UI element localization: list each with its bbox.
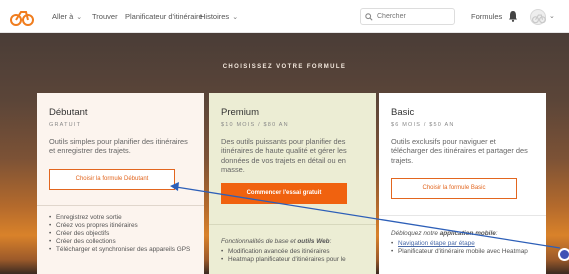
bell-icon[interactable] [508,10,518,22]
plan-name: Basic [391,107,415,118]
feature-item: Modification avancée des itinéraires [221,248,371,256]
plan-name: Débutant [49,107,88,118]
feature-item: Créer des objectifs [49,230,199,238]
plan-features: Débloquez notre application mobile: Navi… [391,230,541,256]
bike-avatar-icon [532,14,546,24]
feature-item: Enregistrez votre sortie [49,214,199,222]
choose-debutant-button[interactable]: Choisir la formule Débutant [49,168,175,190]
search-icon [365,12,373,21]
plan-description: Outils simples pour planifier des itinér… [49,137,188,156]
plan-name: Premium [221,107,260,118]
start-free-trial-button[interactable]: Commencer l'essai gratuit [221,182,347,204]
nav-aller-a[interactable]: Aller à ⌄ [52,12,82,21]
feature-item: Heatmap planificateur d'itinéraires pour… [221,256,371,264]
bike-logo-icon[interactable] [10,7,34,27]
plan-price: $6 MOIS / $50 AN [391,122,455,128]
divider [37,205,204,206]
nav-formules[interactable]: Formules [471,12,502,21]
features-intro: Débloquez notre application mobile: [391,230,541,237]
feature-item: Créer des collections [49,238,199,246]
nav-aller-a-label: Aller à [52,12,74,21]
feature-item: Télécharger et synchroniser des appareil… [49,246,199,254]
nav-trouver-label: Trouver [92,12,118,21]
help-chat-button[interactable] [558,248,569,261]
plan-card-premium: Premium $10 MOIS / $80 AN Des outils pui… [209,93,376,274]
nav-planificateur-label: Planificateur d'itinéraire [125,12,203,21]
top-navbar: Aller à ⌄ Trouver Planificateur d'itinér… [0,0,569,33]
features-intro-bold: application mobile [439,230,496,237]
plan-features: Fonctionnalités de base et outils Web: M… [221,238,371,264]
nav-trouver[interactable]: Trouver [92,12,118,21]
plan-features: Enregistrez votre sortie Créez vos propr… [49,214,199,254]
nav-histoires[interactable]: Histoires ⌄ [200,12,238,21]
chevron-down-icon[interactable]: ⌄ [549,12,555,20]
features-intro-suffix: : [495,230,498,237]
plan-card-debutant: Débutant GRATUIT Outils simples pour pla… [37,93,204,274]
hero-heading: CHOISISSEZ VOTRE FORMULE [222,64,347,70]
divider [379,215,546,216]
nav-histoires-label: Histoires [200,12,230,21]
features-intro-suffix: : [329,238,332,245]
feature-item: Planificateur d'itinéraire mobile avec H… [391,248,541,256]
plan-description: Des outils puissants pour planifier des … [221,137,347,175]
divider [209,224,376,225]
choose-basic-button[interactable]: Choisir la formule Basic [391,178,517,200]
features-intro: Fonctionnalités de base et outils Web: [221,238,371,245]
chevron-down-icon: ⌄ [76,13,83,21]
search-box[interactable] [360,8,455,25]
features-intro-prefix: Fonctionnalités de base et [221,238,296,245]
feature-link-item[interactable]: Navigation étape par étape [391,240,541,248]
plan-price: $10 MOIS / $80 AN [221,122,289,128]
avatar[interactable] [530,9,546,25]
plan-description: Outils exclusifs pour naviguer et téléch… [391,137,528,165]
plan-card-basic: Basic $6 MOIS / $50 AN Outils exclusifs … [379,93,546,274]
plan-price: GRATUIT [49,122,82,128]
search-input[interactable] [377,13,447,20]
features-intro-prefix: Débloquez notre [391,230,438,237]
nav-planificateur[interactable]: Planificateur d'itinéraire [125,12,203,21]
features-intro-bold: outils Web [297,238,330,245]
chevron-down-icon: ⌄ [232,13,239,21]
feature-item: Créez vos propres itinéraires [49,222,199,230]
